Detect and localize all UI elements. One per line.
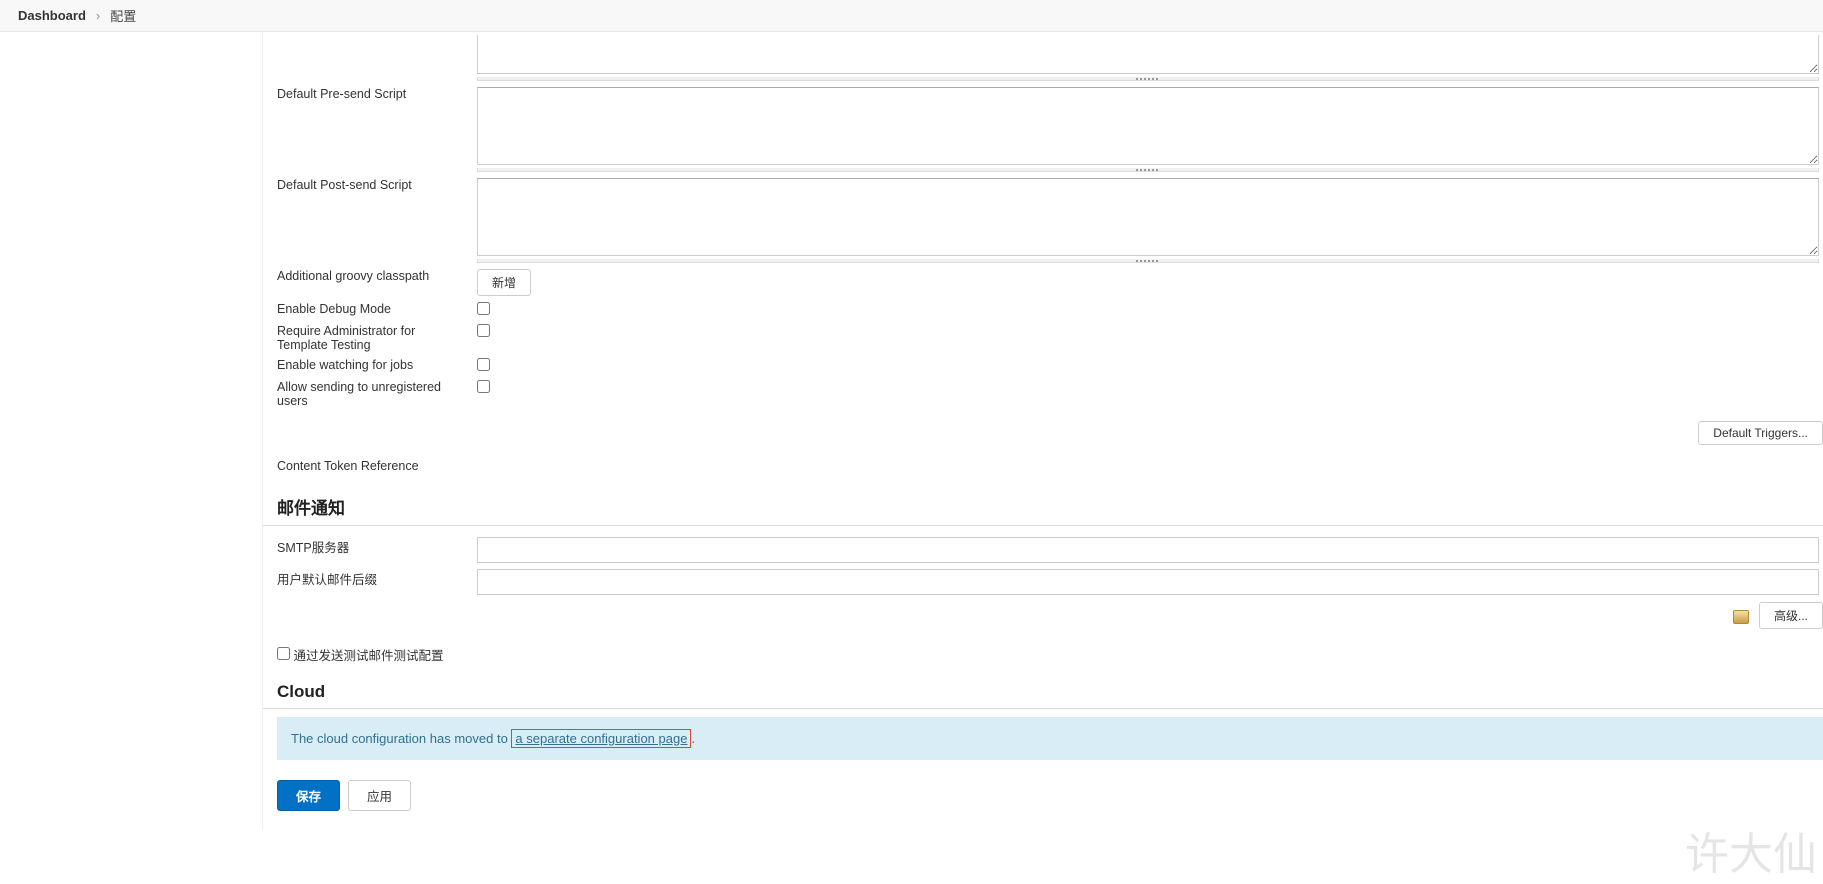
watch-jobs-checkbox[interactable] [477,358,490,371]
default-triggers-button[interactable]: Default Triggers... [1698,421,1823,445]
cloud-config-link[interactable]: a separate configuration page [515,731,687,746]
content-token-label: Content Token Reference [263,445,473,476]
post-send-textarea[interactable] [477,178,1819,256]
cloud-section-title: Cloud [263,664,1823,709]
breadcrumb-root[interactable]: Dashboard [18,8,86,23]
smtp-input[interactable] [477,537,1819,563]
watch-jobs-label: Enable watching for jobs [263,355,473,377]
advanced-button[interactable]: 高级... [1759,602,1823,629]
resize-grip-icon[interactable] [477,259,1819,263]
suffix-label: 用户默认邮件后缀 [263,566,473,598]
prev-script-textarea[interactable] [477,35,1819,74]
pre-send-label: Default Pre-send Script [263,84,473,175]
require-admin-label: Require Administrator for Template Testi… [263,321,473,355]
debug-mode-checkbox[interactable] [477,302,490,315]
save-button[interactable]: 保存 [277,780,340,811]
allow-unreg-checkbox[interactable] [477,380,490,393]
resize-grip-icon[interactable] [477,168,1819,172]
smtp-label: SMTP服务器 [263,534,473,566]
folder-icon [1733,610,1749,624]
apply-button[interactable]: 应用 [348,780,411,811]
post-send-label: Default Post-send Script [263,175,473,266]
cloud-info-box: The cloud configuration has moved to a s… [277,717,1823,760]
resize-grip-icon[interactable] [477,77,1819,81]
mail-section-title: 邮件通知 [263,476,1823,526]
pre-send-textarea[interactable] [477,87,1819,165]
breadcrumb: Dashboard › 配置 [0,0,1823,32]
require-admin-checkbox[interactable] [477,324,490,337]
cloud-msg-prefix: The cloud configuration has moved to [291,731,511,746]
groovy-classpath-label: Additional groovy classpath [263,266,473,299]
chevron-right-icon: › [96,8,100,23]
test-send-label: 通过发送测试邮件测试配置 [293,649,443,663]
cloud-link-highlight: a separate configuration page [511,729,691,748]
allow-unreg-label: Allow sending to unregistered users [263,377,473,411]
add-classpath-button[interactable]: 新增 [477,269,531,296]
suffix-input[interactable] [477,569,1819,595]
cloud-msg-suffix: . [691,731,695,746]
config-form: Default Pre-send Script Default Post-sen… [262,32,1823,831]
breadcrumb-current: 配置 [110,6,136,25]
test-send-checkbox[interactable] [277,647,290,660]
sidebar-placeholder [0,32,262,831]
debug-mode-label: Enable Debug Mode [263,299,473,321]
